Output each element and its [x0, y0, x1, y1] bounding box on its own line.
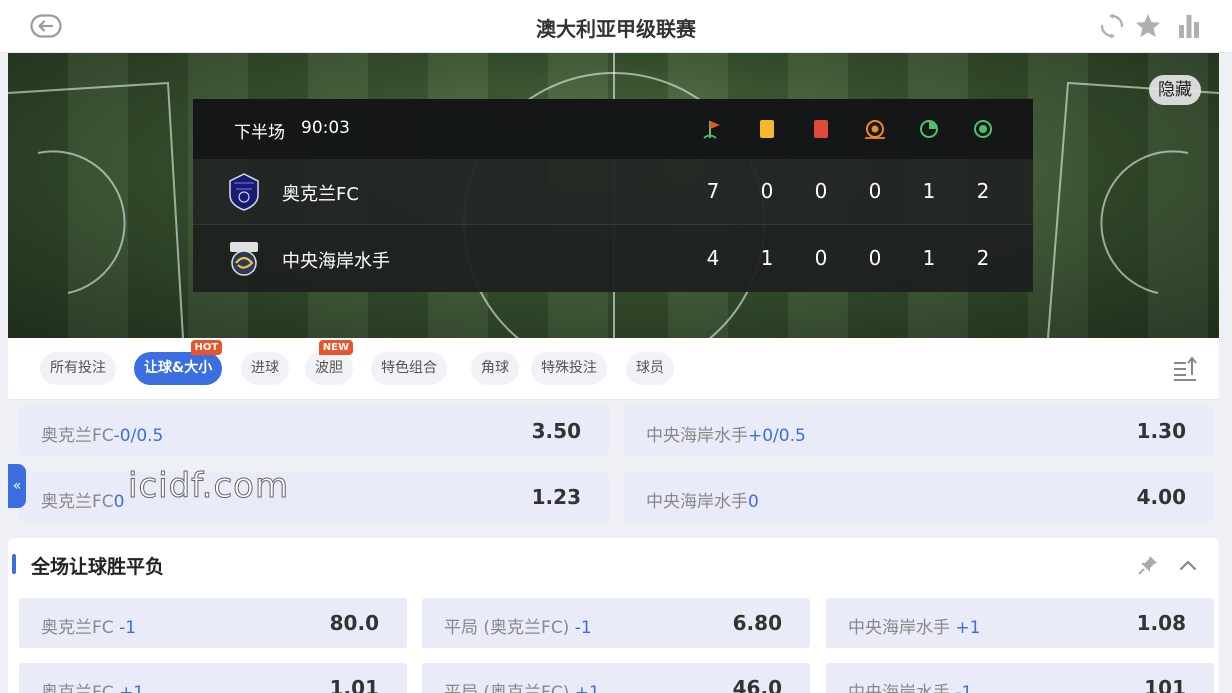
chevron-up-icon[interactable]: [1177, 554, 1199, 576]
section-header[interactable]: 全场让球胜平负: [8, 538, 1219, 590]
hide-scoreboard-button[interactable]: 隐藏: [1149, 75, 1201, 105]
tab-correct-score[interactable]: 波胆 NEW: [305, 340, 353, 385]
odds-label: 奥克兰FC0: [41, 492, 125, 512]
page-title: 澳大利亚甲级联赛: [536, 17, 696, 41]
refresh-icon: [1100, 13, 1124, 39]
tab-label: 波胆: [315, 360, 343, 376]
hot-badge: HOT: [190, 340, 223, 355]
match-period: 下半场: [234, 123, 285, 143]
home-red-cards: 0: [814, 179, 828, 203]
away-full-time-score: 2: [976, 246, 990, 270]
odds-label: 奥克兰FC +1: [41, 683, 145, 693]
penalty-icon: [865, 120, 885, 139]
odds-cell[interactable]: 中央海岸水手0 4.00: [624, 472, 1214, 522]
home-team-name: 奥克兰FC: [282, 184, 359, 205]
odds-value: 6.80: [732, 611, 782, 635]
odds-value: 101: [1144, 676, 1186, 693]
odds-value: 1.08: [1136, 611, 1186, 635]
tab-players[interactable]: 球员: [626, 352, 674, 385]
scoreboard-header: 下半场 90:03: [193, 99, 1033, 159]
tab-label: 球员: [636, 360, 664, 376]
away-yellow-cards: 1: [760, 246, 774, 270]
section-title: 全场让球胜平负: [31, 556, 165, 578]
side-drawer-toggle[interactable]: «: [8, 464, 26, 508]
tab-label: 特色组合: [381, 360, 437, 376]
odds-label: 奥克兰FC -1: [41, 618, 137, 638]
home-full-time-score: 2: [976, 179, 990, 203]
odds-value: 4.00: [1136, 485, 1186, 509]
new-badge: NEW: [318, 340, 353, 355]
odds-value: 1.01: [329, 676, 379, 693]
odds-cell[interactable]: 奥克兰FC -1 80.0: [19, 598, 407, 648]
odds-cell[interactable]: 奥克兰FC0 1.23: [19, 472, 609, 522]
tab-all-bets[interactable]: 所有投注: [40, 352, 116, 385]
pin-icon[interactable]: [1137, 554, 1159, 576]
odds-value: 80.0: [329, 611, 379, 635]
top-bar: 澳大利亚甲级联赛: [0, 0, 1232, 53]
odds-cell[interactable]: 奥克兰FC +1 1.01: [19, 663, 407, 693]
odds-cell[interactable]: 中央海岸水手 +1 1.08: [826, 598, 1214, 648]
section-accent-bar: [12, 554, 16, 574]
bar-chart-icon: [1179, 15, 1199, 38]
half-time-score-icon: [920, 120, 938, 138]
tab-goals[interactable]: 进球: [241, 352, 289, 385]
away-team-logo: [230, 242, 258, 276]
away-half-time-score: 1: [922, 246, 936, 270]
odds-label: 奥克兰FC-0/0.5: [41, 426, 164, 446]
yellow-card-icon: [760, 120, 774, 138]
away-corners: 4: [706, 246, 720, 270]
stats-button[interactable]: [1174, 11, 1204, 41]
odds-label: 平局 (奥克兰FC) -1: [444, 618, 592, 638]
odds-cell[interactable]: 平局 (奥克兰FC) -1 6.80: [422, 598, 810, 648]
odds-value: 1.30: [1136, 419, 1186, 443]
tab-corners[interactable]: 角球: [471, 352, 519, 385]
tab-special-bets[interactable]: 特殊投注: [531, 352, 607, 385]
odds-value: 3.50: [531, 419, 581, 443]
odds-value: 1.23: [531, 485, 581, 509]
odds-cell[interactable]: 奥克兰FC-0/0.5 3.50: [19, 406, 609, 456]
odds-label: 平局 (奥克兰FC) +1: [444, 683, 600, 693]
tab-label: 角球: [481, 360, 509, 376]
away-red-cards: 0: [814, 246, 828, 270]
odds-label: 中央海岸水手 -1: [848, 683, 973, 693]
team-row-away: 中央海岸水手 4 1 0 0 1 2: [193, 226, 1033, 292]
odds-cell[interactable]: 平局 (奥克兰FC) +1 46.0: [422, 663, 810, 693]
refresh-button[interactable]: [1097, 11, 1127, 41]
tab-featured-combos[interactable]: 特色组合: [371, 352, 447, 385]
tab-label: 进球: [251, 360, 279, 376]
favorite-button[interactable]: [1133, 11, 1163, 41]
odds-label: 中央海岸水手0: [646, 492, 759, 512]
red-card-icon: [814, 120, 828, 138]
team-row-home: 奥克兰FC 7 0 0 0 1 2: [193, 159, 1033, 225]
home-penalties: 0: [868, 179, 882, 203]
odds-label: 中央海岸水手+0/0.5: [646, 426, 806, 446]
tab-label: 让球&大小: [144, 360, 213, 376]
market-tab-bar: 所有投注 让球&大小 HOT 进球 波胆 NEW 特色组合 角球 特殊投注 球员: [8, 338, 1219, 400]
full-time-score-icon: [974, 120, 992, 138]
odds-label: 中央海岸水手 +1: [848, 618, 981, 638]
odds-cell[interactable]: 中央海岸水手 -1 101: [826, 663, 1214, 693]
sort-icon[interactable]: [1171, 355, 1199, 383]
away-team-name: 中央海岸水手: [282, 251, 390, 272]
home-yellow-cards: 0: [760, 179, 774, 203]
scoreboard: 下半场 90:03 奥克兰FC 7 0 0 0 1 2 中央海岸水手 4 1 0…: [193, 99, 1033, 292]
tab-handicap-over-under[interactable]: 让球&大小 HOT: [134, 340, 223, 385]
match-hero: 隐藏 下半场 90:03 奥克兰FC 7 0 0 0 1 2 中央海岸水手 4 …: [8, 53, 1219, 338]
odds-cell[interactable]: 中央海岸水手+0/0.5 1.30: [624, 406, 1214, 456]
star-icon: [1136, 14, 1160, 37]
odds-value: 46.0: [732, 676, 782, 693]
home-half-time-score: 1: [922, 179, 936, 203]
watermark-text: icidf.com: [127, 466, 290, 507]
home-corners: 7: [706, 179, 720, 203]
match-clock: 90:03: [301, 118, 350, 138]
tab-label: 特殊投注: [541, 360, 597, 376]
corner-flag-icon: [703, 121, 720, 139]
away-penalties: 0: [868, 246, 882, 270]
tab-label: 所有投注: [50, 360, 106, 376]
home-team-logo: [229, 173, 259, 211]
